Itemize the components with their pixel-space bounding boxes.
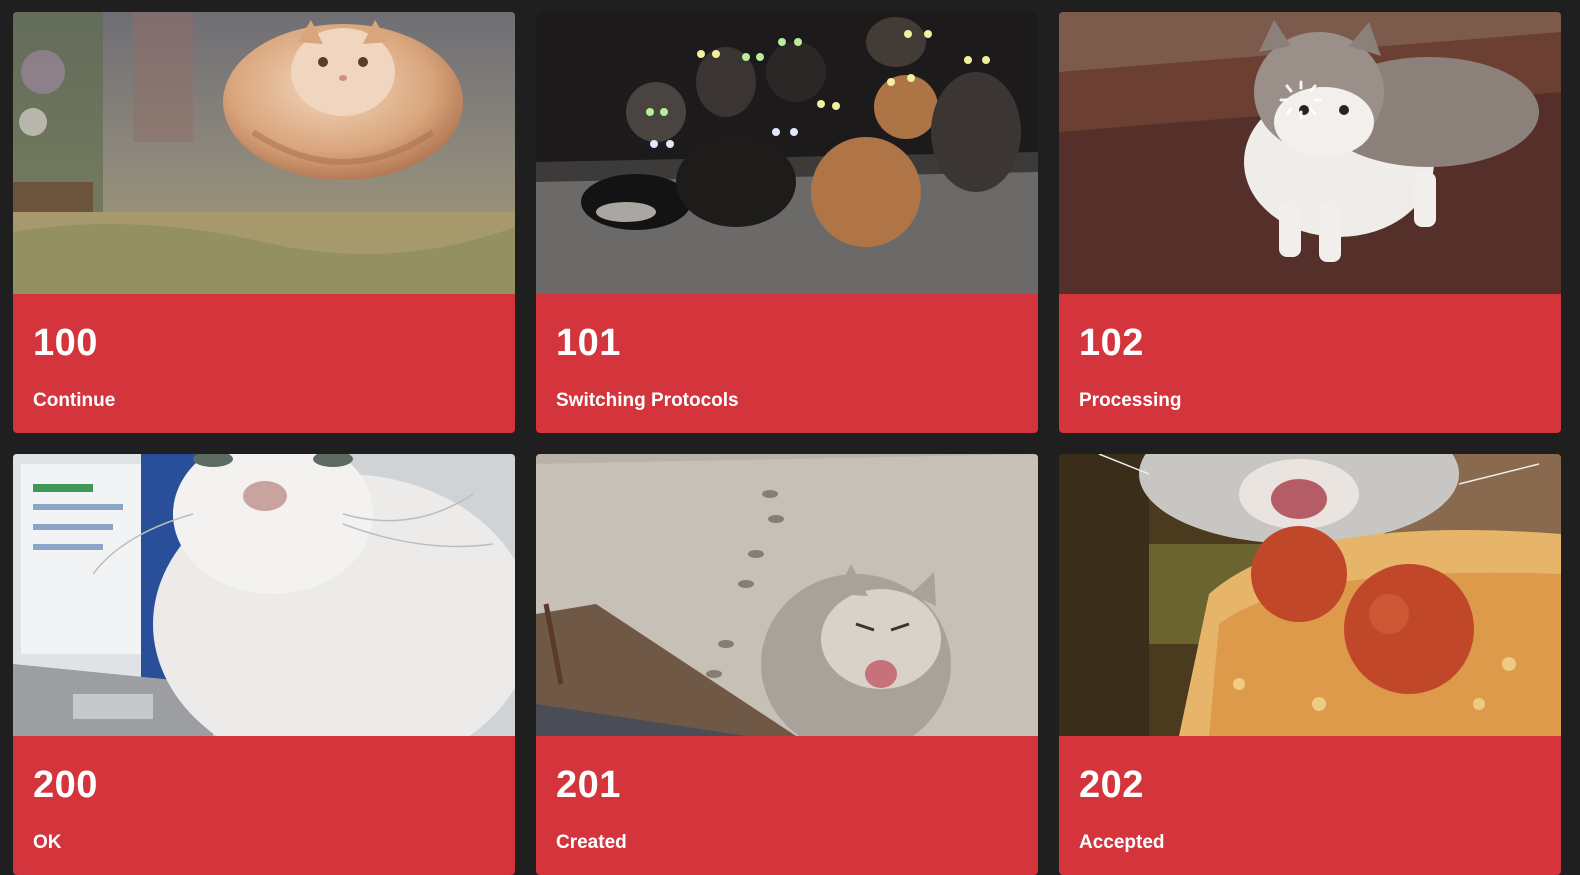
status-code-gallery: 100 Continue 101 Switching Protocols 102… bbox=[13, 12, 1561, 875]
processing-cat-image bbox=[1059, 12, 1561, 294]
cat-photo bbox=[13, 454, 515, 736]
status-code: 201 bbox=[556, 764, 621, 806]
status-card-100[interactable]: 100 Continue bbox=[13, 12, 515, 433]
floating-cat-image bbox=[13, 12, 515, 294]
white-cat-laptop-image bbox=[13, 454, 515, 736]
status-phrase: Accepted bbox=[1079, 832, 1165, 853]
status-code: 102 bbox=[1079, 322, 1144, 364]
status-phrase: OK bbox=[33, 832, 62, 853]
status-card-101[interactable]: 101 Switching Protocols bbox=[536, 12, 1038, 433]
cat-photo bbox=[1059, 454, 1561, 736]
status-card-201[interactable]: 201 Created bbox=[536, 454, 1038, 875]
cat-photo bbox=[1059, 12, 1561, 294]
cat-photo bbox=[536, 12, 1038, 294]
status-card-102[interactable]: 102 Processing bbox=[1059, 12, 1561, 433]
card-caption: 102 Processing bbox=[1059, 294, 1561, 433]
card-caption: 202 Accepted bbox=[1059, 736, 1561, 875]
card-caption: 200 OK bbox=[13, 736, 515, 875]
cat-wet-concrete-image bbox=[536, 454, 1038, 736]
glowing-eyes-cats-image bbox=[536, 12, 1038, 294]
card-caption: 100 Continue bbox=[13, 294, 515, 433]
status-code: 101 bbox=[556, 322, 621, 364]
cat-photo bbox=[536, 454, 1038, 736]
status-card-200[interactable]: 200 OK bbox=[13, 454, 515, 875]
cat-pizza-image bbox=[1059, 454, 1561, 736]
status-phrase: Created bbox=[556, 832, 627, 853]
status-code: 200 bbox=[33, 764, 98, 806]
status-phrase: Continue bbox=[33, 390, 116, 411]
status-phrase: Processing bbox=[1079, 390, 1182, 411]
status-code: 100 bbox=[33, 322, 98, 364]
status-phrase: Switching Protocols bbox=[556, 390, 739, 411]
cat-photo bbox=[13, 12, 515, 294]
card-caption: 201 Created bbox=[536, 736, 1038, 875]
status-card-202[interactable]: 202 Accepted bbox=[1059, 454, 1561, 875]
card-caption: 101 Switching Protocols bbox=[536, 294, 1038, 433]
status-code: 202 bbox=[1079, 764, 1144, 806]
